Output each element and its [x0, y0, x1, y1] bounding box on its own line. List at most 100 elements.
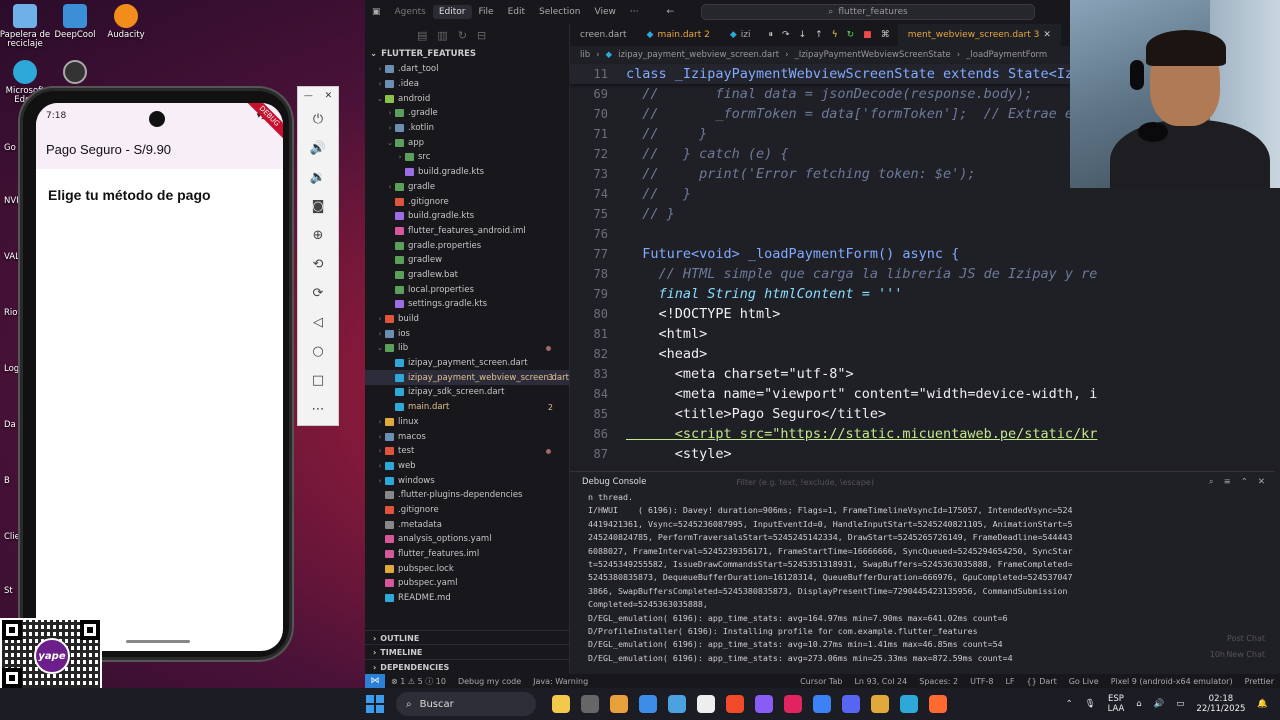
home-indicator[interactable]: [126, 640, 190, 643]
clock[interactable]: 02:18 22/11/2025: [1196, 694, 1245, 714]
new-file-icon[interactable]: ▤: [417, 29, 427, 42]
explorer-item[interactable]: pubspec.lock: [365, 561, 569, 576]
device-selector[interactable]: Pixel 9 (android-x64 emulator): [1105, 677, 1239, 686]
volume-up-icon[interactable]: 🔊: [298, 134, 338, 163]
mic-tray-icon[interactable]: 🎙: [1085, 699, 1096, 709]
power-icon[interactable]: ⏻: [298, 105, 338, 134]
audacity-icon[interactable]: Audacity: [97, 4, 155, 40]
menu-selection[interactable]: Selection: [532, 7, 587, 17]
code-line[interactable]: 82 <head>: [570, 344, 1280, 364]
taskbar-app-icon[interactable]: [900, 695, 918, 713]
language-indicator[interactable]: ESP LAA: [1108, 694, 1125, 714]
volume-icon[interactable]: 🔊: [1154, 699, 1165, 709]
explorer-root[interactable]: ⌄ FLUTTER_FEATURES: [365, 46, 569, 62]
restart-icon[interactable]: ↻: [847, 30, 855, 40]
taskbar-app-icon[interactable]: [610, 695, 628, 713]
taskbar-app-icon[interactable]: [755, 695, 773, 713]
explorer-item[interactable]: settings.gradle.kts: [365, 297, 569, 312]
code-line[interactable]: 84 <meta name="viewport" content="width=…: [570, 384, 1280, 404]
code-line[interactable]: 78 // HTML simple que carga la librería …: [570, 264, 1280, 284]
desktop-shortcut[interactable]: St: [4, 586, 13, 596]
pause-icon[interactable]: ⏸: [769, 30, 774, 40]
desktop-shortcut[interactable]: Logi: [4, 364, 22, 374]
close-tab-icon[interactable]: ✕: [1043, 30, 1051, 40]
menu-view[interactable]: View: [587, 7, 622, 17]
panel-title[interactable]: Debug Console: [582, 477, 646, 487]
console-filter-input[interactable]: Filter (e.g. text, !exclude, \escape): [736, 475, 1076, 489]
explorer-item[interactable]: .flutter-plugins-dependencies: [365, 488, 569, 503]
debug-my-code[interactable]: Debug my code: [452, 677, 527, 686]
cursor-tab[interactable]: Cursor Tab: [794, 677, 848, 686]
camera-icon[interactable]: ◙: [298, 192, 338, 221]
collapse-icon[interactable]: ⊟: [477, 29, 486, 42]
code-line[interactable]: 80 <!DOCTYPE html>: [570, 304, 1280, 324]
section-outline[interactable]: › OUTLINE: [365, 630, 570, 645]
minimize-icon[interactable]: —: [304, 91, 313, 101]
refresh-icon[interactable]: ↻: [458, 29, 467, 42]
menu-editor[interactable]: Editor: [432, 5, 472, 19]
java-status[interactable]: Java: Warning: [527, 677, 594, 686]
chevron-up-icon[interactable]: ⌃: [1066, 699, 1073, 709]
close-panel-icon[interactable]: ✕: [1258, 477, 1265, 487]
explorer-item[interactable]: build.gradle.kts: [365, 165, 569, 180]
explorer-item[interactable]: › ios: [365, 326, 569, 341]
clear-console-icon[interactable]: ≡: [1224, 477, 1231, 487]
taskbar-app-icon[interactable]: [842, 695, 860, 713]
menu-more[interactable]: ···: [623, 7, 646, 17]
taskbar-app-icon[interactable]: [726, 695, 744, 713]
tab-main-dart[interactable]: ◆ main.dart 2: [637, 24, 720, 46]
explorer-item[interactable]: › .dart_tool: [365, 62, 569, 77]
code-line[interactable]: 85 <title>Pago Seguro</title>: [570, 404, 1280, 424]
explorer-item[interactable]: › linux: [365, 415, 569, 430]
line-ending[interactable]: LF: [999, 677, 1020, 686]
encoding[interactable]: UTF-8: [964, 677, 999, 686]
explorer-item[interactable]: ⌄ android: [365, 91, 569, 106]
windows-start-icon[interactable]: [366, 695, 384, 713]
volume-down-icon[interactable]: 🔉: [298, 163, 338, 192]
problems-count[interactable]: ⊗ 1 ⚠ 5 ⓘ 10: [385, 676, 452, 687]
taskbar-app-icon[interactable]: [639, 695, 657, 713]
home-icon[interactable]: ○: [298, 337, 338, 366]
explorer-item[interactable]: build.gradle.kts: [365, 209, 569, 224]
remote-icon[interactable]: ⋈: [365, 674, 385, 688]
explorer-item[interactable]: README.md: [365, 591, 569, 606]
code-line[interactable]: 76: [570, 224, 1280, 244]
post-chat-link[interactable]: Post Chat: [1227, 634, 1265, 643]
code-line[interactable]: 79 final String htmlContent = ''': [570, 284, 1280, 304]
tab-izi[interactable]: ◆ izi: [720, 24, 761, 46]
explorer-item[interactable]: gradlew.bat: [365, 268, 569, 283]
code-line[interactable]: 75 // }: [570, 204, 1280, 224]
step-over-icon[interactable]: ↷: [782, 30, 790, 40]
tab-webview-screen[interactable]: ment_webview_screen.dart 3 ✕: [897, 24, 1061, 46]
code-line[interactable]: 77 Future<void> _loadPaymentForm() async…: [570, 244, 1280, 264]
explorer-item[interactable]: › macos: [365, 429, 569, 444]
explorer-item[interactable]: main.dart 2: [365, 400, 569, 415]
explorer-item[interactable]: flutter_features_android.iml: [365, 224, 569, 239]
network-icon[interactable]: ⌂: [1136, 699, 1141, 709]
nav-back-icon[interactable]: ←: [659, 7, 681, 17]
taskbar-app-icon[interactable]: [929, 695, 947, 713]
overview-icon[interactable]: □: [298, 366, 338, 395]
obs-icon[interactable]: [46, 60, 104, 87]
taskbar-app-icon[interactable]: [697, 695, 715, 713]
explorer-item[interactable]: local.properties: [365, 282, 569, 297]
deepcool-icon[interactable]: DeepCool: [46, 4, 104, 40]
battery-icon[interactable]: ▭: [1176, 699, 1184, 709]
taskbar-search[interactable]: ⌕ Buscar: [396, 692, 536, 716]
explorer-item[interactable]: .gitignore: [365, 503, 569, 518]
explorer-item[interactable]: analysis_options.yaml: [365, 532, 569, 547]
taskbar-app-icon[interactable]: [581, 695, 599, 713]
menu-file[interactable]: File: [472, 7, 501, 17]
stop-icon[interactable]: ■: [863, 30, 872, 40]
new-folder-icon[interactable]: ▥: [437, 29, 447, 42]
explorer-item[interactable]: ⌄ app: [365, 135, 569, 150]
explorer-item[interactable]: flutter_features.iml: [365, 547, 569, 562]
cursor-position[interactable]: Ln 93, Col 24: [848, 677, 913, 686]
explorer-item[interactable]: izipay_payment_screen.dart: [365, 356, 569, 371]
explorer-item[interactable]: › src: [365, 150, 569, 165]
code-line[interactable]: 83 <meta charset="utf-8">: [570, 364, 1280, 384]
menu-edit[interactable]: Edit: [501, 7, 532, 17]
taskbar-app-icon[interactable]: [871, 695, 889, 713]
desktop-shortcut[interactable]: Riot: [4, 308, 21, 318]
desktop-shortcut[interactable]: B: [4, 476, 10, 486]
